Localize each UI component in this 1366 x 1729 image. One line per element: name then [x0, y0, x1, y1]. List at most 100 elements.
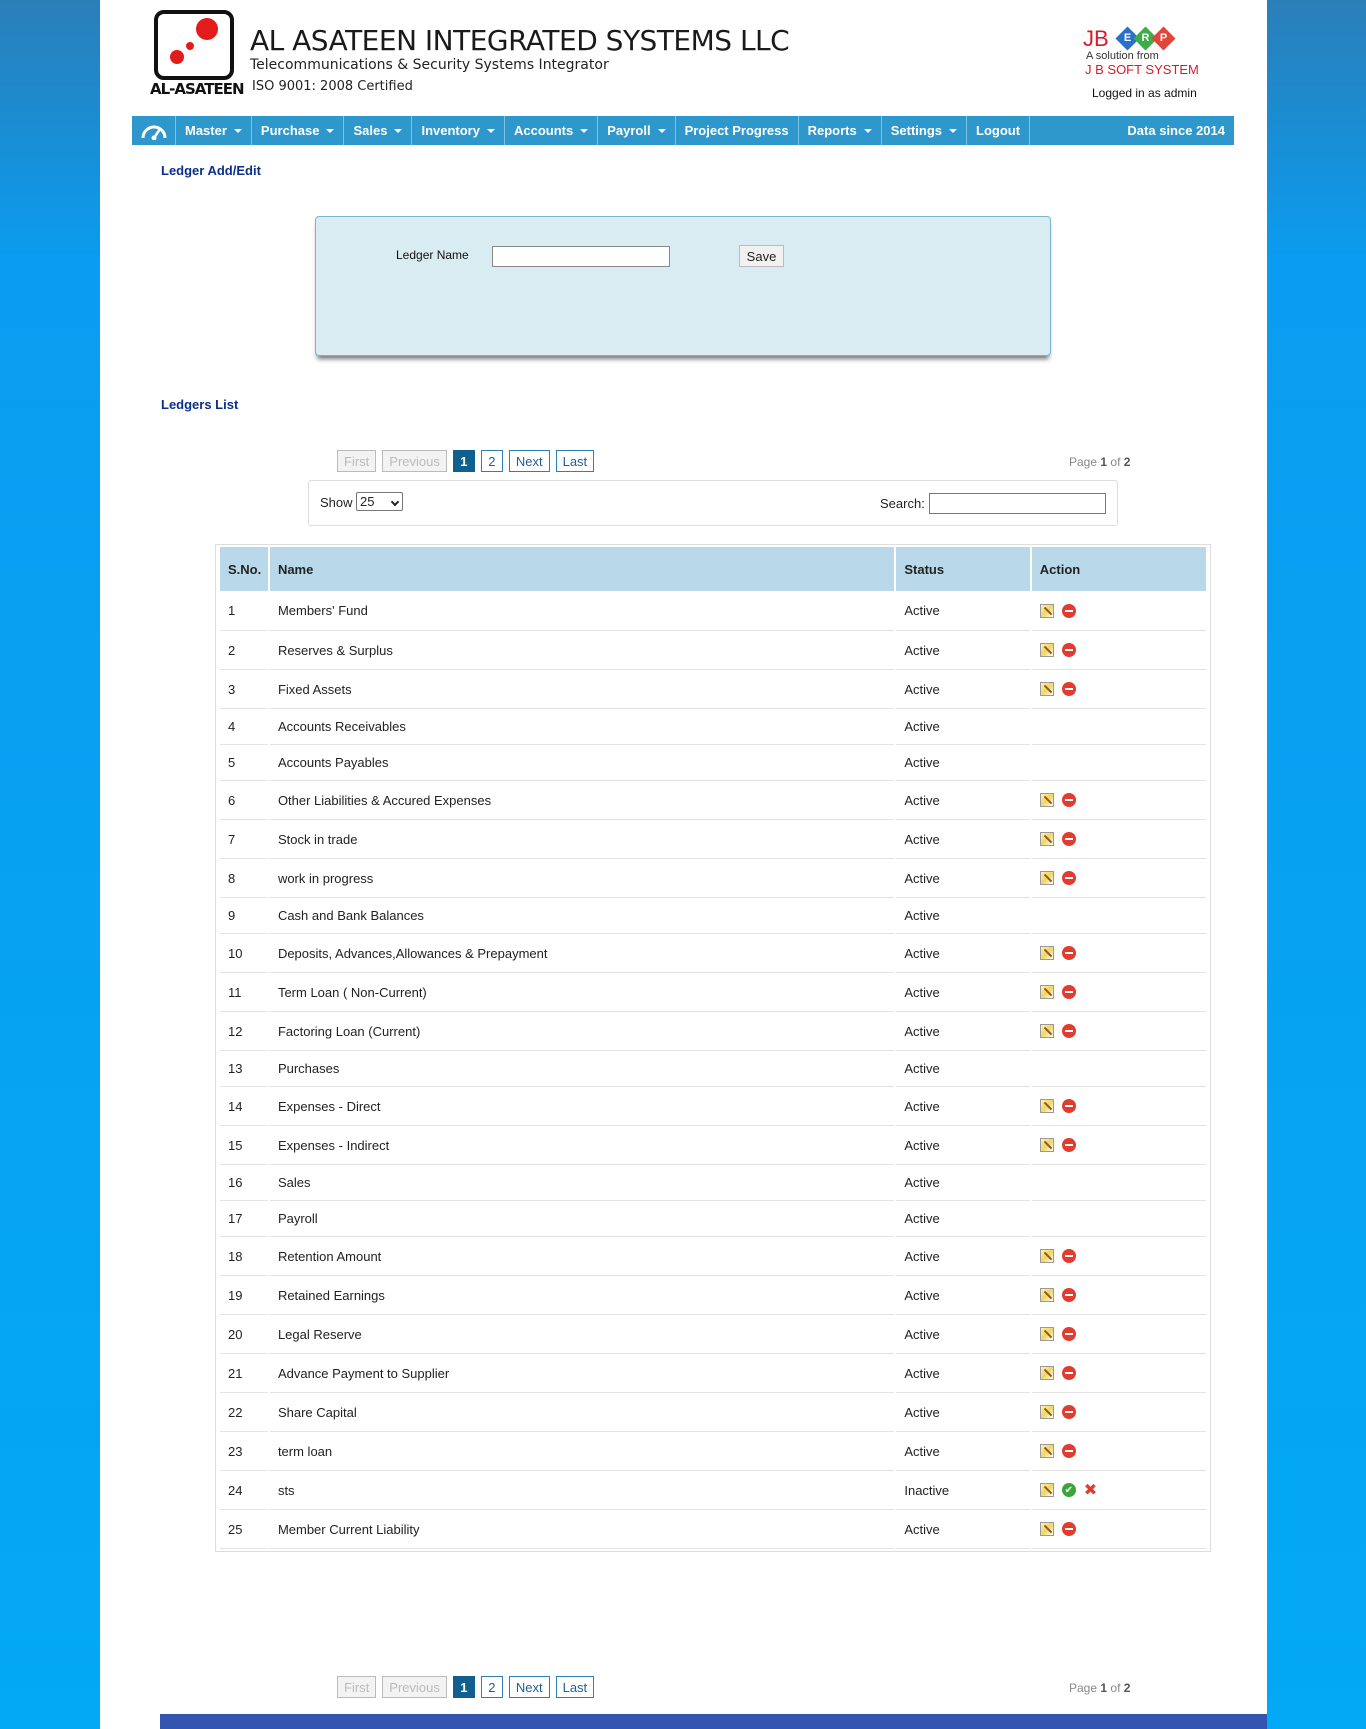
cell-name: Retained Earnings	[269, 1276, 895, 1315]
page-2-button[interactable]: 2	[480, 450, 503, 472]
table-row: 15 Expenses - Indirect Active	[220, 1126, 1206, 1165]
nav-inventory[interactable]: Inventory	[412, 116, 505, 145]
page-size-select[interactable]: 25	[356, 492, 403, 511]
table-row: 16 Sales Active	[220, 1165, 1206, 1201]
first-page-button[interactable]: First	[337, 1676, 377, 1698]
edit-icon[interactable]	[1039, 1288, 1054, 1302]
edit-icon[interactable]	[1039, 871, 1054, 885]
search-input[interactable]	[929, 493, 1106, 514]
table-row: 21 Advance Payment to Supplier Active	[220, 1354, 1206, 1393]
delete-icon[interactable]	[1061, 1249, 1076, 1263]
edit-icon[interactable]	[1039, 682, 1054, 696]
cell-name: Fixed Assets	[269, 670, 895, 709]
edit-icon[interactable]	[1039, 1024, 1054, 1038]
delete-icon[interactable]	[1061, 643, 1076, 657]
cell-actions	[1031, 1510, 1206, 1549]
delete-icon[interactable]	[1061, 603, 1076, 618]
edit-icon[interactable]	[1039, 1138, 1054, 1152]
edit-icon[interactable]	[1039, 793, 1054, 807]
edit-icon[interactable]	[1039, 1483, 1054, 1497]
table-row: 13 Purchases Active	[220, 1051, 1206, 1087]
nav-payroll[interactable]: Payroll	[598, 116, 676, 145]
delete-icon[interactable]	[1061, 1522, 1076, 1536]
delete-icon[interactable]	[1061, 871, 1076, 885]
nav-reports[interactable]: Reports	[799, 116, 882, 145]
cell-sn: 11	[220, 973, 268, 1012]
page-2-button[interactable]: 2	[480, 1676, 503, 1698]
edit-icon[interactable]	[1039, 1444, 1054, 1458]
delete-icon[interactable]	[1061, 1288, 1076, 1302]
cell-actions	[1031, 745, 1206, 781]
edit-icon[interactable]	[1039, 603, 1054, 618]
col-status[interactable]: Status	[896, 547, 1030, 591]
delete-icon[interactable]	[1061, 946, 1076, 960]
cell-status: Inactive	[896, 1471, 1030, 1510]
edit-icon[interactable]	[1039, 1099, 1054, 1113]
cell-actions	[1031, 898, 1206, 934]
edit-icon[interactable]	[1039, 832, 1054, 846]
cell-actions	[1031, 1354, 1206, 1393]
next-page-button[interactable]: Next	[508, 1676, 550, 1698]
delete-icon[interactable]	[1061, 682, 1076, 696]
cell-status: Active	[896, 670, 1030, 709]
col-sno[interactable]: S.No.	[220, 547, 268, 591]
edit-icon[interactable]	[1039, 1366, 1054, 1380]
table-row: 11 Term Loan ( Non-Current) Active	[220, 973, 1206, 1012]
nav-project-progress[interactable]: Project Progress	[676, 116, 799, 145]
delete-icon[interactable]	[1061, 1138, 1076, 1152]
edit-icon[interactable]	[1039, 1405, 1054, 1419]
form-title: Ledger Add/Edit	[161, 163, 261, 178]
previous-page-button[interactable]: Previous	[382, 1676, 447, 1698]
cell-sn: 25	[220, 1510, 268, 1549]
edit-icon[interactable]	[1039, 1249, 1054, 1263]
last-page-button[interactable]: Last	[555, 450, 595, 472]
nav-logout[interactable]: Logout	[967, 116, 1031, 145]
last-page-button[interactable]: Last	[555, 1676, 595, 1698]
caret-down-icon	[580, 128, 589, 133]
delete-icon[interactable]	[1061, 985, 1076, 999]
cell-name: Expenses - Indirect	[269, 1126, 895, 1165]
cell-actions	[1031, 1432, 1206, 1471]
delete-icon[interactable]	[1061, 1024, 1076, 1038]
nav-purchase[interactable]: Purchase	[252, 116, 345, 145]
cell-name: Retention Amount	[269, 1237, 895, 1276]
cell-status: Active	[896, 1315, 1030, 1354]
home-button[interactable]	[132, 116, 176, 145]
edit-icon[interactable]	[1039, 1522, 1054, 1536]
edit-icon[interactable]	[1039, 1327, 1054, 1341]
cell-name: work in progress	[269, 859, 895, 898]
caret-down-icon	[394, 128, 403, 133]
cell-status: Active	[896, 1087, 1030, 1126]
cell-status: Active	[896, 973, 1030, 1012]
edit-icon[interactable]	[1039, 946, 1054, 960]
delete-icon[interactable]	[1061, 1405, 1076, 1419]
edit-icon[interactable]	[1039, 985, 1054, 999]
page-1-button[interactable]: 1	[452, 450, 475, 472]
activate-check-icon[interactable]: ✔	[1061, 1483, 1076, 1497]
iso-certification: ISO 9001: 2008 Certified	[252, 79, 413, 94]
nav-settings[interactable]: Settings	[882, 116, 968, 145]
first-page-button[interactable]: First	[337, 450, 377, 472]
delete-icon[interactable]	[1061, 1327, 1076, 1341]
delete-icon[interactable]	[1061, 832, 1076, 846]
previous-page-button[interactable]: Previous	[382, 450, 447, 472]
cell-status: Active	[896, 631, 1030, 670]
company-logo	[154, 10, 234, 80]
delete-icon[interactable]	[1061, 793, 1076, 807]
delete-icon[interactable]	[1061, 1099, 1076, 1113]
col-name[interactable]: Name	[269, 547, 895, 591]
delete-icon[interactable]	[1061, 1444, 1076, 1458]
remove-x-icon[interactable]: ✖	[1084, 1482, 1097, 1498]
nav-master[interactable]: Master	[176, 116, 252, 145]
delete-icon[interactable]	[1061, 1366, 1076, 1380]
ledger-name-input[interactable]	[492, 246, 670, 267]
save-button[interactable]: Save	[739, 245, 784, 267]
cell-actions	[1031, 1315, 1206, 1354]
nav-accounts[interactable]: Accounts	[505, 116, 599, 145]
page-1-button[interactable]: 1	[452, 1676, 475, 1698]
nav-sales[interactable]: Sales	[344, 116, 413, 145]
next-page-button[interactable]: Next	[508, 450, 550, 472]
cell-name: Legal Reserve	[269, 1315, 895, 1354]
cell-sn: 13	[220, 1051, 268, 1087]
edit-icon[interactable]	[1039, 643, 1054, 657]
